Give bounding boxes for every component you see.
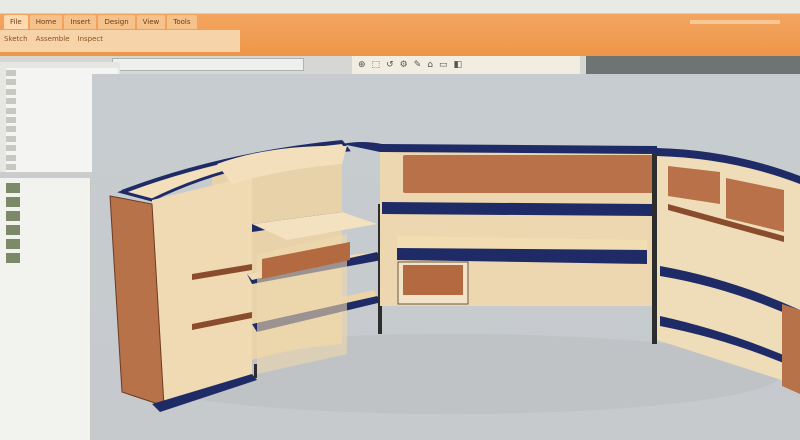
library-panel (0, 178, 91, 440)
thumbnail-icon (6, 197, 20, 207)
tool-add-icon[interactable]: ⊕ (358, 60, 366, 70)
tab-design[interactable]: Design (98, 15, 135, 29)
thumbnail-icon (6, 253, 20, 263)
tool-edit-icon[interactable]: ✎ (414, 60, 422, 70)
ribbon-tabs: File Home Insert Design View Tools (0, 14, 197, 30)
library-item[interactable] (6, 238, 86, 250)
title-bar (0, 0, 800, 14)
row-icon (6, 70, 16, 76)
tool-select-icon[interactable]: ⬚ (372, 60, 381, 70)
tab-view[interactable]: View (136, 15, 166, 29)
left-inner-face (152, 176, 252, 404)
tool-home-icon[interactable]: ⌂ (427, 60, 433, 70)
thumbnail-icon (6, 183, 20, 193)
ribbon-commands: Sketch Assemble Inspect (4, 35, 103, 43)
row-icon (6, 79, 16, 86)
right-end-panel (782, 304, 800, 394)
furniture-model (109, 140, 800, 414)
ribbon-grip[interactable] (690, 20, 780, 24)
library-item[interactable] (6, 224, 86, 236)
library-item[interactable] (6, 196, 86, 208)
thumbnail-icon (6, 239, 20, 249)
3d-viewport[interactable] (92, 74, 800, 440)
center-back-cushion (403, 155, 653, 193)
row-icon (6, 135, 16, 142)
tab-tools[interactable]: Tools (167, 15, 197, 29)
cmd-inspect[interactable]: Inspect (78, 35, 104, 43)
row-icon (6, 164, 16, 170)
left-foot (254, 364, 257, 378)
center-desk-edge (382, 202, 652, 216)
thumbnail-icon (6, 225, 20, 235)
row-icon (6, 145, 16, 152)
tool-rotate-icon[interactable]: ↺ (386, 60, 394, 70)
row-icon (6, 107, 16, 114)
row-icon (6, 98, 16, 105)
center-right-post (652, 154, 657, 344)
tool-strip: ⊕ ⬚ ↺ ⚙ ✎ ⌂ ▭ ◧ (352, 56, 580, 74)
row-icon (6, 117, 16, 123)
tool-settings-icon[interactable]: ⚙ (400, 60, 408, 70)
tab-file[interactable]: File (4, 15, 28, 29)
tool-layers-icon[interactable]: ◧ (453, 60, 462, 70)
row-icon (6, 88, 16, 95)
thumbnail-icon (6, 211, 20, 221)
row-icon (6, 126, 16, 133)
center-stool-panel (403, 265, 463, 295)
tool-rect-icon[interactable]: ▭ (439, 60, 448, 70)
library-item[interactable] (6, 252, 86, 264)
ribbon: File Home Insert Design View Tools Sketc… (0, 14, 800, 56)
tab-insert[interactable]: Insert (64, 15, 97, 29)
cmd-sketch[interactable]: Sketch (4, 35, 28, 43)
row-icon (6, 154, 16, 161)
library-item[interactable] (6, 182, 86, 194)
properties-header (586, 56, 800, 74)
cmd-assemble[interactable]: Assemble (36, 35, 70, 43)
file-path-field[interactable] (112, 58, 304, 71)
library-item[interactable] (6, 210, 86, 222)
tab-home[interactable]: Home (29, 15, 63, 29)
